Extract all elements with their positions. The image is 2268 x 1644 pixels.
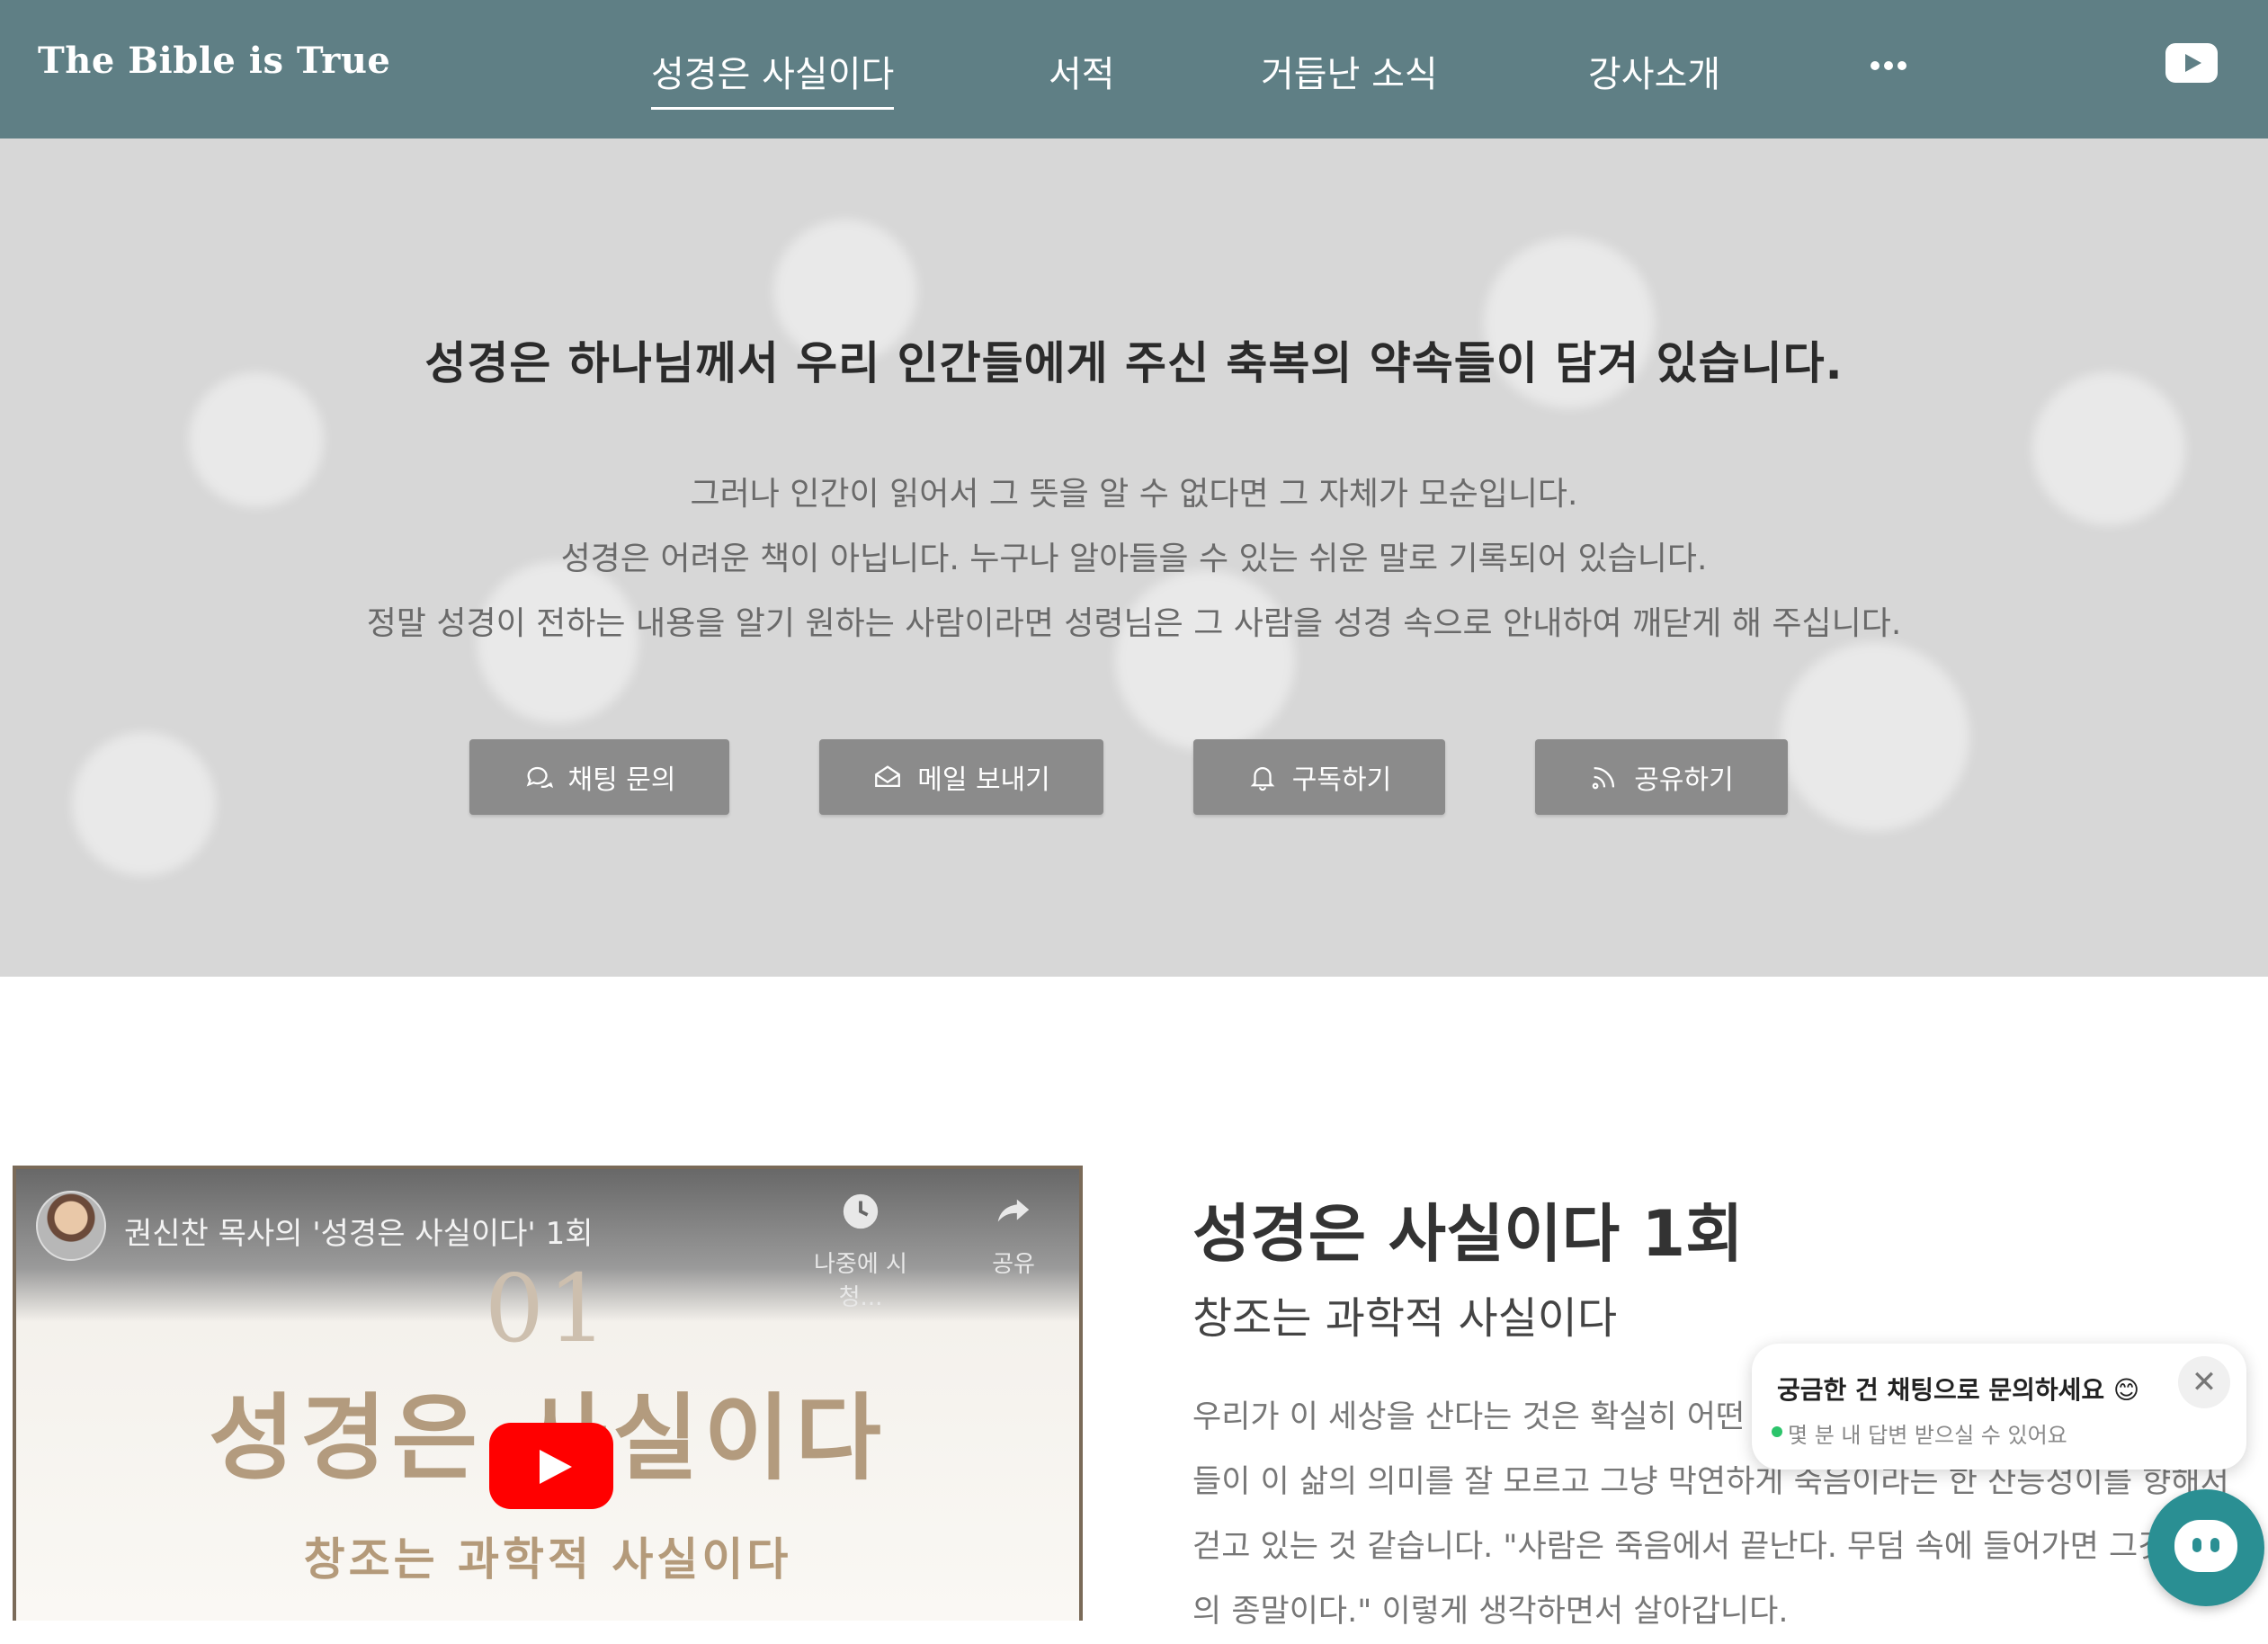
nav-item-books[interactable]: 서적 bbox=[1049, 45, 1115, 97]
site-header: The Bible is True 성경은 사실이다 서적 거듭난 소식 강사소… bbox=[0, 0, 2268, 138]
send-mail-label: 메일 보내기 bbox=[917, 764, 1050, 796]
video-thumbnail-subtitle: 창조는 과학적 사실이다 bbox=[303, 1533, 792, 1586]
bokeh-light bbox=[72, 732, 216, 876]
rss-icon bbox=[1592, 766, 1615, 790]
chat-inquiry-button[interactable]: 채팅 문의 bbox=[469, 739, 729, 815]
play-button[interactable] bbox=[489, 1423, 613, 1509]
bokeh-light bbox=[1781, 642, 1969, 831]
chat-icon bbox=[526, 766, 553, 789]
chat-popup[interactable]: 궁금한 건 채팅으로 문의하세요 😊 몇 분 내 답변 받으실 수 있어요 bbox=[1752, 1344, 2246, 1470]
subscribe-label: 구독하기 bbox=[1291, 764, 1392, 796]
close-icon[interactable]: ✕ bbox=[2178, 1356, 2230, 1408]
nav-item-bible-is-true[interactable]: 성경은 사실이다 bbox=[651, 45, 895, 110]
episode-subtitle: 창조는 과학적 사실이다 bbox=[1192, 1293, 1618, 1344]
share-button[interactable]: 공유하기 bbox=[1535, 739, 1788, 815]
subscribe-button[interactable]: 구독하기 bbox=[1193, 739, 1445, 815]
hero-line: 정말 성경이 전하는 내용을 알기 원하는 사람이라면 성령님은 그 사람을 성… bbox=[366, 605, 1902, 642]
episode-body-line: 걷고 있는 것 같습니다. "사람은 죽음에서 끝난다. 무덤 속에 들어가면 … bbox=[1192, 1529, 2167, 1565]
episode-body-line: 의 종말이다." 이렇게 생각하면서 살아갑니다. bbox=[1192, 1594, 1789, 1630]
video-title[interactable]: 권신찬 목사의 '성경은 사실이다' 1회 bbox=[124, 1209, 593, 1253]
share-label: 공유하기 bbox=[1634, 764, 1734, 796]
youtube-icon[interactable] bbox=[2165, 43, 2218, 83]
more-dots-icon[interactable] bbox=[1871, 59, 1906, 72]
nav-item-speaker-intro[interactable]: 강사소개 bbox=[1588, 45, 1720, 97]
chat-launcher-button[interactable] bbox=[2147, 1489, 2264, 1606]
bell-icon bbox=[1250, 767, 1275, 791]
mail-icon bbox=[875, 765, 901, 788]
hero-line: 성경은 어려운 책이 아닙니다. 누구나 알아들을 수 있는 쉬운 말로 기록되… bbox=[560, 541, 1708, 577]
site-logo[interactable]: The Bible is True bbox=[38, 40, 390, 82]
chat-bubble-icon bbox=[2174, 1520, 2237, 1572]
hero-section: 성경은 하나님께서 우리 인간들에게 주신 축복의 약속들이 담겨 있습니다. … bbox=[0, 138, 2268, 977]
chat-popup-status: 몇 분 내 답변 받으실 수 있어요 bbox=[1772, 1417, 2067, 1449]
hero-title: 성경은 하나님께서 우리 인간들에게 주신 축복의 약속들이 담겨 있습니다. bbox=[424, 337, 1844, 389]
share-arrow-icon bbox=[997, 1199, 1030, 1222]
hero-description: 그러나 인간이 읽어서 그 뜻을 알 수 없다면 그 자체가 모순입니다. 성경… bbox=[0, 462, 2268, 657]
send-mail-button[interactable]: 메일 보내기 bbox=[819, 739, 1103, 815]
youtube-video-embed[interactable]: 권신찬 목사의 '성경은 사실이다' 1회 나중에 시청... 공유 01 성경… bbox=[13, 1166, 1083, 1621]
video-episode-number: 01 bbox=[484, 1254, 612, 1363]
chat-popup-title: 궁금한 건 채팅으로 문의하세요 😊 bbox=[1777, 1375, 2140, 1405]
chat-inquiry-label: 채팅 문의 bbox=[567, 764, 676, 796]
hero-line: 그러나 인간이 읽어서 그 뜻을 알 수 없다면 그 자체가 모순입니다. bbox=[690, 476, 1578, 513]
channel-avatar[interactable] bbox=[36, 1191, 106, 1261]
clock-icon bbox=[843, 1193, 879, 1229]
episode-title: 성경은 사실이다 1회 bbox=[1192, 1197, 1744, 1271]
nav-item-born-again-news[interactable]: 거듭난 소식 bbox=[1261, 45, 1438, 97]
